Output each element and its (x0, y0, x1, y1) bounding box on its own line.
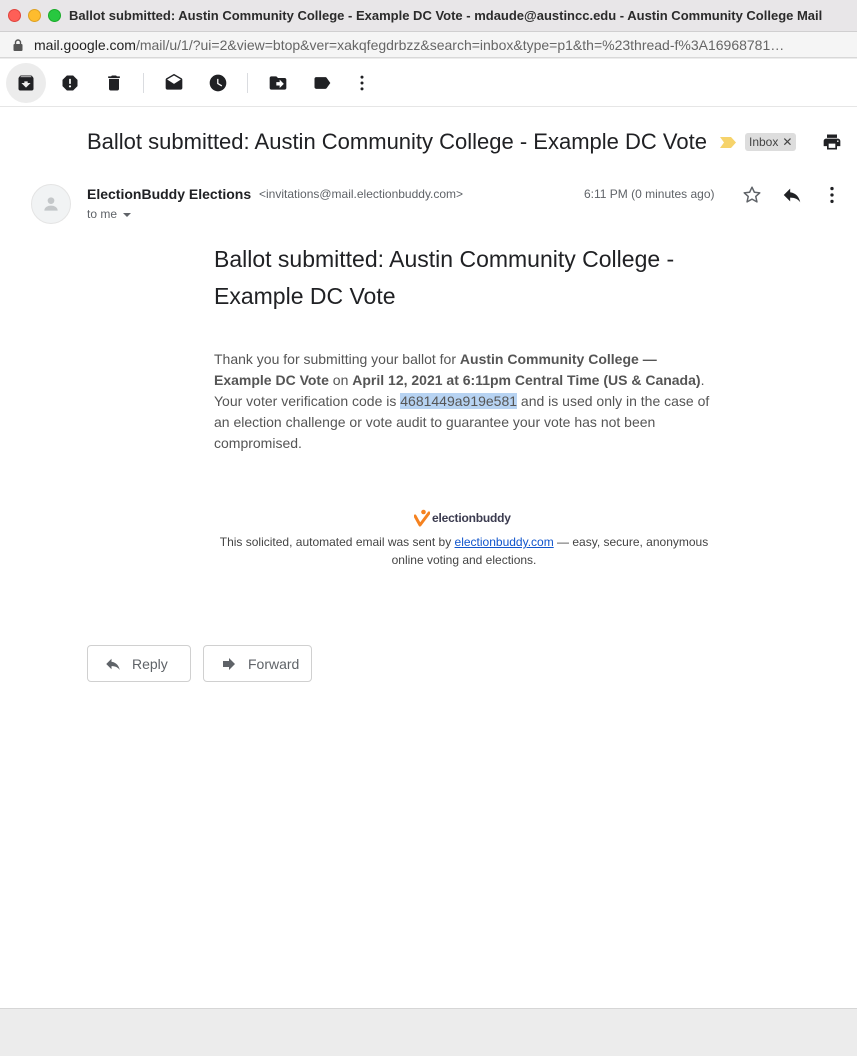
body-dot: . (700, 372, 705, 388)
snooze-button[interactable] (198, 63, 238, 103)
message-subject: Ballot submitted: Austin Community Colle… (87, 129, 707, 154)
recipient-text: to me (87, 207, 118, 221)
report-spam-button[interactable] (50, 63, 90, 103)
more-button[interactable] (342, 63, 382, 103)
email-body-title: Ballot submitted: Austin Community Colle… (214, 246, 675, 309)
url-text[interactable]: mail.google.com/mail/u/1/?ui=2&view=btop… (34, 37, 784, 53)
reply-label: Reply (132, 655, 168, 672)
body-intro: Thank you for submitting your ballot for (214, 351, 460, 367)
remove-label-icon[interactable]: ✕ (782, 135, 792, 149)
report-icon (62, 75, 78, 91)
forward-button[interactable]: Forward (203, 645, 312, 682)
move-to-button[interactable] (258, 63, 298, 103)
trash-icon (108, 75, 120, 91)
electionbuddy-link[interactable]: electionbuddy.com (455, 535, 554, 549)
email-footer: This solicited, automated email was sent… (214, 533, 714, 569)
inbox-label-chip: Inbox ✕ (745, 133, 797, 151)
body-code-intro: Your voter verification code is (214, 393, 401, 409)
message-toolbar (0, 59, 857, 107)
body-on: on (328, 372, 353, 388)
move-icon (269, 76, 287, 90)
delete-button[interactable] (94, 63, 134, 103)
archive-button[interactable] (6, 63, 46, 103)
mail-open-icon (165, 73, 183, 90)
logo-text: electionbuddy (432, 511, 511, 525)
address-bar[interactable]: mail.google.com/mail/u/1/?ui=2&view=btop… (0, 32, 857, 58)
more-vert-icon[interactable] (821, 184, 843, 206)
importance-marker-icon[interactable] (720, 137, 736, 148)
reply-icon (106, 658, 120, 670)
labels-button[interactable] (302, 63, 342, 103)
window-titlebar: Ballot submitted: Austin Community Colle… (0, 0, 857, 32)
body-date: April 12, 2021 at 6:11pm Central Time (U… (352, 372, 701, 388)
sender-name[interactable]: ElectionBuddy Elections (87, 186, 251, 202)
chevron-down-icon (123, 212, 132, 217)
sender-email: <invitations@mail.electionbuddy.com> (259, 187, 464, 201)
more-vert-icon (360, 75, 364, 91)
url-path: /mail/u/1/?ui=2&view=btop&ver=xakqfegdrb… (135, 37, 785, 53)
electionbuddy-logo: electionbuddy (414, 508, 511, 528)
window-bottom-area (0, 1008, 857, 1056)
reply-icon[interactable] (781, 184, 803, 206)
verification-code[interactable]: 4681449a919e581 (400, 393, 518, 409)
toolbar-divider (143, 73, 144, 93)
message-pane: Ballot submitted: Austin Community Colle… (0, 59, 857, 1008)
url-host: mail.google.com (34, 37, 136, 53)
zoom-window-button[interactable] (48, 9, 61, 22)
clock-icon (209, 74, 227, 92)
label-icon (314, 77, 331, 89)
sender-avatar[interactable] (31, 184, 71, 224)
email-body-paragraph: Thank you for submitting your ballot for… (214, 349, 714, 454)
minimize-window-button[interactable] (28, 9, 41, 22)
reply-button[interactable]: Reply (87, 645, 191, 682)
label-text: Inbox (749, 135, 779, 149)
window-title: Ballot submitted: Austin Community Colle… (69, 8, 823, 23)
print-icon[interactable] (822, 132, 842, 152)
star-icon[interactable] (741, 184, 763, 206)
forward-icon (223, 657, 235, 670)
electionbuddy-check-icon (414, 509, 430, 527)
person-icon (44, 197, 58, 211)
message-timestamp: 6:11 PM (0 minutes ago) (584, 187, 715, 201)
close-window-button[interactable] (8, 9, 21, 22)
mark-unread-button[interactable] (154, 63, 194, 103)
archive-icon (18, 75, 34, 91)
forward-label: Forward (248, 655, 300, 672)
lock-icon (13, 39, 23, 51)
footer-before: This solicited, automated email was sent… (219, 535, 455, 549)
toolbar-divider (247, 73, 248, 93)
recipient-details-toggle[interactable]: to me (87, 207, 132, 221)
